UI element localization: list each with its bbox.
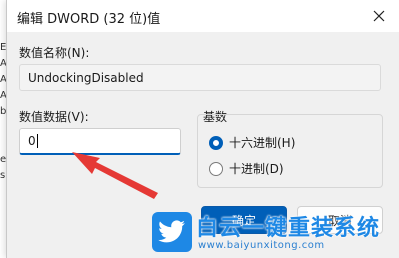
dialog-title: 编辑 DWORD (32 位)值 <box>17 12 161 27</box>
radio-unselected-icon <box>209 161 223 176</box>
watermark-url: www.baiyunxitong.com <box>198 240 325 251</box>
watermark-logo <box>152 212 192 252</box>
bird-icon <box>158 220 185 243</box>
watermark-title: 白云一键重装系统 <box>196 216 381 241</box>
screen: Ev Au Ac A b es s 编辑 DWORD (32 位)值 数值名称(… <box>0 0 399 258</box>
radio-hexadecimal[interactable]: 十六进制(H) <box>209 134 295 151</box>
value-name-field[interactable]: UndockingDisabled <box>19 64 381 91</box>
radio-selected-icon <box>209 135 223 150</box>
watermark: 白云一键重装系统 www.baiyunxitong.com <box>152 210 396 256</box>
radio-hexadecimal-label: 十六进制(H) <box>229 136 296 150</box>
close-button[interactable] <box>364 2 394 30</box>
value-name-text: UndockingDisabled <box>28 70 144 85</box>
value-data-input[interactable]: 0 <box>19 128 181 155</box>
close-icon <box>373 10 385 22</box>
value-data-text: 0 <box>28 134 36 148</box>
radio-decimal-label: 十进制(D) <box>229 162 284 176</box>
value-data-label: 数值数据(V): <box>19 110 89 124</box>
radio-decimal[interactable]: 十进制(D) <box>209 160 284 177</box>
dialog-titlebar: 编辑 DWORD (32 位)值 <box>7 0 399 32</box>
value-name-label: 数值名称(N): <box>19 46 90 60</box>
text-caret <box>36 134 38 148</box>
